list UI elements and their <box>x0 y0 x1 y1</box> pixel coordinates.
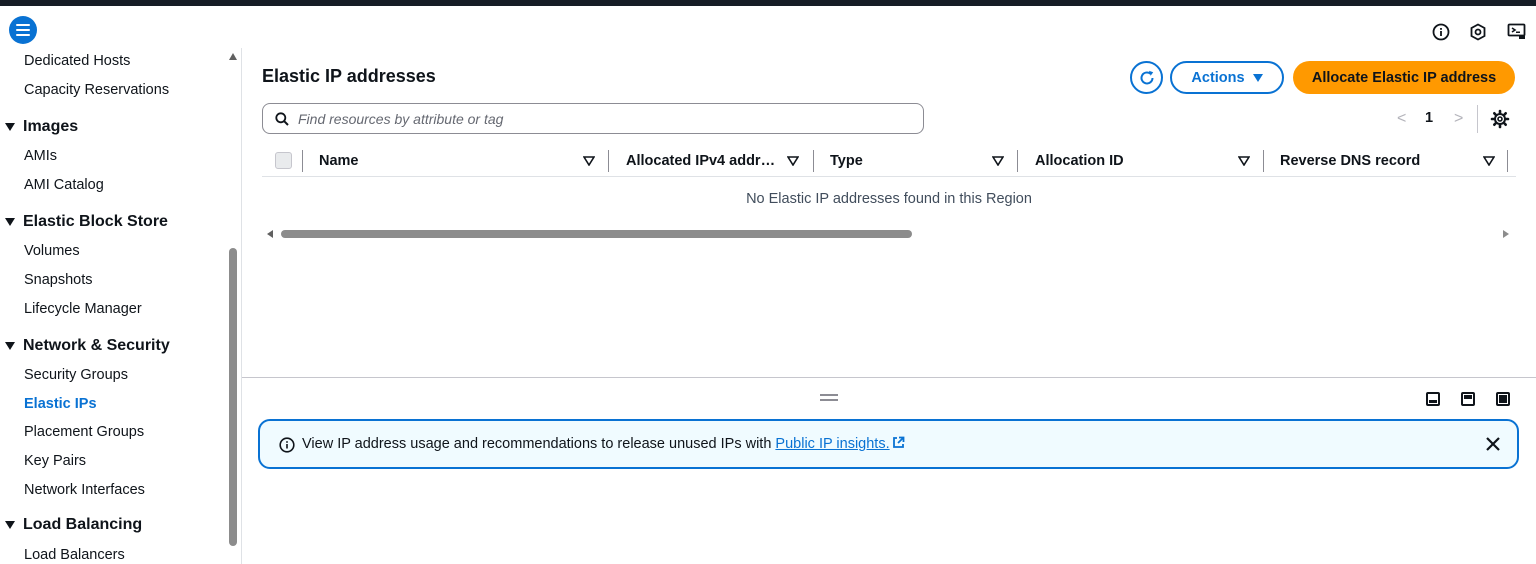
search-input[interactable] <box>298 110 898 127</box>
allocate-elastic-ip-button[interactable]: Allocate Elastic IP address <box>1293 61 1515 94</box>
scroll-up-arrow[interactable] <box>229 53 237 60</box>
caret-down-icon <box>5 342 15 350</box>
alert-message: View IP address usage and recommendation… <box>302 436 905 452</box>
sidebar-section-load-balancing[interactable]: Load Balancing <box>5 516 142 534</box>
next-page-button[interactable]: > <box>1454 110 1463 128</box>
caret-down-icon <box>5 218 15 226</box>
menu-icon[interactable] <box>9 16 37 44</box>
sidebar-section-label: Images <box>23 118 79 135</box>
sidebar-section-label: Network & Security <box>23 337 170 354</box>
sidebar-navigation: Dedicated Hosts Capacity Reservations Im… <box>0 48 241 564</box>
column-header-reverse-dns[interactable]: Reverse DNS record <box>1280 153 1420 169</box>
caret-down-icon <box>1252 73 1263 82</box>
sidebar-divider <box>241 48 242 564</box>
scroll-right-arrow[interactable] <box>1503 230 1509 238</box>
sidebar-section-images[interactable]: Images <box>5 118 78 136</box>
sidebar-scrollbar-thumb[interactable] <box>229 248 237 546</box>
sidebar-item-security-groups[interactable]: Security Groups <box>24 367 128 383</box>
top-bar <box>0 6 1536 48</box>
info-icon <box>279 437 295 453</box>
sidebar-item-lifecycle-manager[interactable]: Lifecycle Manager <box>24 301 142 317</box>
page-title: Elastic IP addresses <box>262 66 436 86</box>
refresh-button[interactable] <box>1130 61 1163 94</box>
refresh-icon <box>1140 70 1153 84</box>
split-panel-drag-handle[interactable] <box>820 394 838 402</box>
close-icon[interactable] <box>1483 434 1503 454</box>
sidebar-item-key-pairs[interactable]: Key Pairs <box>24 453 86 469</box>
scroll-left-arrow[interactable] <box>267 230 273 238</box>
sort-icon[interactable] <box>583 156 595 166</box>
split-panel-divider <box>242 377 1536 378</box>
caret-down-icon <box>5 521 15 529</box>
sidebar-item-placement-groups[interactable]: Placement Groups <box>24 424 144 440</box>
sidebar-item-load-balancers[interactable]: Load Balancers <box>24 547 125 563</box>
sidebar-section-network-security[interactable]: Network & Security <box>5 337 170 355</box>
external-link-icon <box>892 436 905 448</box>
sidebar-item-amis[interactable]: AMIs <box>24 148 57 164</box>
sidebar-item-capacity-reservations[interactable]: Capacity Reservations <box>24 82 169 98</box>
actions-button[interactable]: Actions <box>1170 61 1284 94</box>
sidebar-item-snapshots[interactable]: Snapshots <box>24 272 93 288</box>
search-field[interactable] <box>262 103 924 134</box>
panel-position-bottom-button[interactable] <box>1426 392 1440 406</box>
sidebar-item-volumes[interactable]: Volumes <box>24 243 80 259</box>
panel-full-button[interactable] <box>1496 392 1510 406</box>
table-header: Name Allocated IPv4 addr… Type Allocatio… <box>262 146 1516 177</box>
notifications-icon[interactable] <box>1467 21 1489 43</box>
gear-icon <box>1490 109 1510 129</box>
actions-button-label: Actions <box>1191 69 1245 86</box>
caret-down-icon <box>5 123 15 131</box>
panel-side-icon <box>1464 395 1472 399</box>
sort-icon[interactable] <box>787 156 799 166</box>
info-alert: View IP address usage and recommendation… <box>258 419 1519 469</box>
empty-table-message: No Elastic IP addresses found in this Re… <box>746 191 1032 207</box>
table-horizontal-scrollbar[interactable] <box>281 230 912 238</box>
sidebar-section-elastic-block-store[interactable]: Elastic Block Store <box>5 213 168 231</box>
sidebar-item-network-interfaces[interactable]: Network Interfaces <box>24 482 145 498</box>
sort-icon[interactable] <box>1238 156 1250 166</box>
column-separator <box>1507 150 1508 172</box>
panel-full-icon <box>1499 395 1507 403</box>
page-number-1[interactable]: 1 <box>1425 110 1433 126</box>
cloudshell-icon[interactable] <box>1506 21 1528 43</box>
column-separator <box>1017 150 1018 172</box>
alert-text: View IP address usage and recommendation… <box>302 436 772 452</box>
column-header-name[interactable]: Name <box>319 153 359 169</box>
link-label: Public IP insights. <box>775 436 890 452</box>
column-separator <box>1263 150 1264 172</box>
public-ip-insights-link[interactable]: Public IP insights. <box>775 436 905 452</box>
sort-icon[interactable] <box>992 156 1004 166</box>
pager-divider <box>1477 105 1478 133</box>
previous-page-button[interactable]: < <box>1397 110 1406 128</box>
panel-position-side-button[interactable] <box>1461 392 1475 406</box>
info-icon[interactable] <box>1430 21 1452 43</box>
column-header-allocated-ipv4[interactable]: Allocated IPv4 addr… <box>626 153 775 169</box>
column-header-allocation-id[interactable]: Allocation ID <box>1035 153 1124 169</box>
sidebar-section-label: Load Balancing <box>23 516 143 533</box>
column-separator <box>302 150 303 172</box>
select-all-checkbox[interactable] <box>275 152 292 169</box>
column-header-type[interactable]: Type <box>830 153 863 169</box>
table-settings-button[interactable] <box>1490 109 1510 129</box>
sidebar-item-dedicated-hosts[interactable]: Dedicated Hosts <box>24 53 130 69</box>
sidebar-item-elastic-ips[interactable]: Elastic IPs <box>24 396 97 412</box>
column-separator <box>608 150 609 172</box>
sidebar-item-ami-catalog[interactable]: AMI Catalog <box>24 177 104 193</box>
search-icon <box>275 111 289 126</box>
panel-bottom-icon <box>1429 400 1437 403</box>
sidebar-section-label: Elastic Block Store <box>23 213 168 230</box>
sort-icon[interactable] <box>1483 156 1495 166</box>
column-separator <box>813 150 814 172</box>
